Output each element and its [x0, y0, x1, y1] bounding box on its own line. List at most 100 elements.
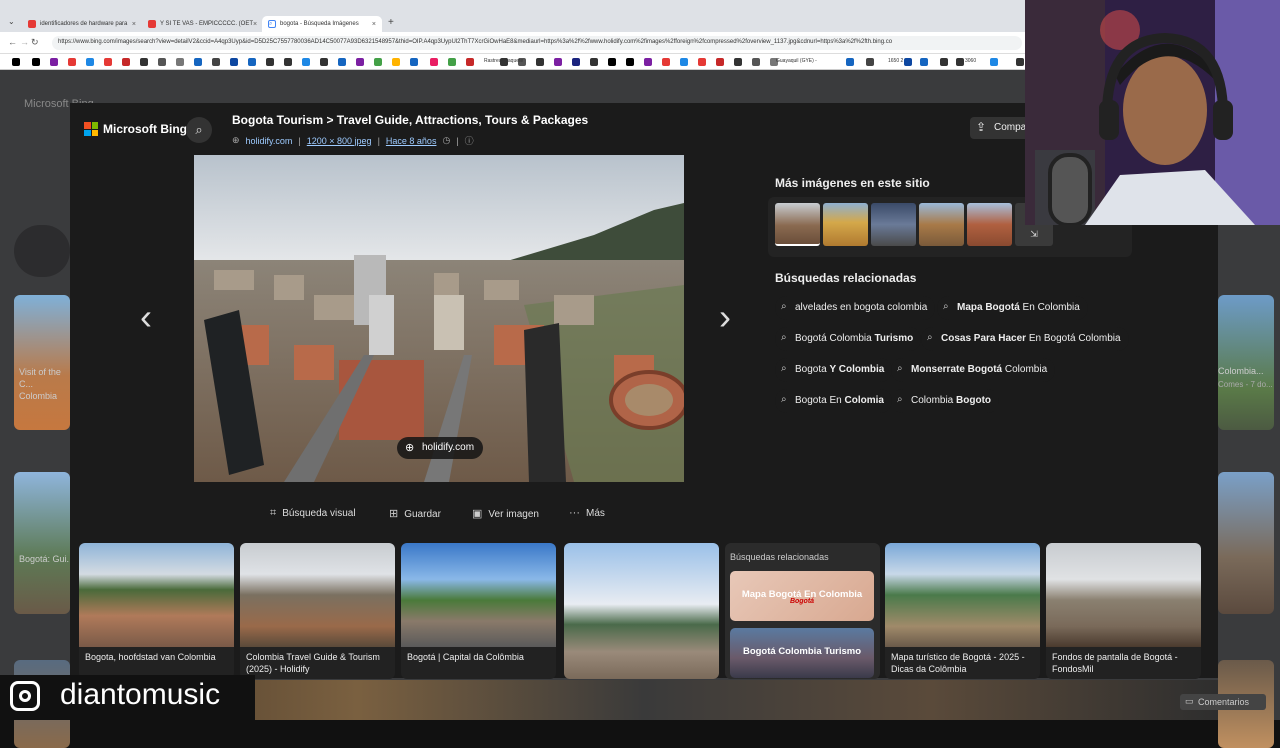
bookmark-icon[interactable] — [32, 58, 40, 66]
related-search-pill[interactable]: ⌕ Colombia Bogoto — [891, 389, 1000, 413]
bookmark-icon[interactable] — [68, 58, 76, 66]
bookmark-icon[interactable] — [410, 58, 418, 66]
bookmark-icon[interactable] — [920, 58, 928, 66]
bookmark-icon[interactable] — [866, 58, 874, 66]
share-button[interactable]: ⇪ Compa — [970, 117, 1030, 139]
bookmark-icon[interactable] — [716, 58, 724, 66]
visual-search-button[interactable]: ⌗ Búsqueda visual — [270, 507, 356, 520]
bookmark-label[interactable]: 3060 — [965, 58, 976, 64]
bookmark-icon[interactable] — [140, 58, 148, 66]
bookmark-icon[interactable] — [230, 58, 238, 66]
bookmark-icon[interactable] — [734, 58, 742, 66]
bookmark-label[interactable]: Rastrear Paquete — [484, 58, 523, 64]
bookmark-icon[interactable] — [608, 58, 616, 66]
view-image-button[interactable]: ▣ Ver imagen — [472, 507, 539, 520]
info-icon[interactable]: ⓘ — [465, 134, 474, 147]
related-search-pill[interactable]: ⌕ Bogota En Colomia — [775, 389, 892, 413]
result-card[interactable] — [564, 543, 719, 679]
bookmark-icon[interactable] — [430, 58, 438, 66]
bookmark-icon[interactable] — [940, 58, 948, 66]
related-search-pill[interactable]: ⌕ alvelades en bogota colombia — [775, 296, 936, 320]
bookmark-icon[interactable] — [284, 58, 292, 66]
main-image[interactable] — [194, 155, 684, 482]
bookmark-icon[interactable] — [104, 58, 112, 66]
source-badge[interactable]: ⊕ holidify.com — [397, 437, 483, 459]
site-thumbnail[interactable] — [967, 203, 1012, 246]
bookmark-label[interactable]: 1650 2 — [888, 58, 903, 64]
previous-image-button[interactable]: ‹ — [140, 296, 152, 338]
reload-icon[interactable]: ↻ — [31, 37, 39, 48]
result-card[interactable]: Fondos de pantalla de Bogotá - FondosMil — [1046, 543, 1201, 679]
bookmark-icon[interactable] — [50, 58, 58, 66]
site-thumbnail[interactable] — [823, 203, 868, 246]
bookmark-icon[interactable] — [302, 58, 310, 66]
bookmark-icon[interactable] — [466, 58, 474, 66]
more-button[interactable]: ··· Más — [569, 507, 605, 519]
image-title[interactable]: Bogota Tourism > Travel Guide, Attractio… — [232, 113, 588, 127]
result-card[interactable]: Bogota, hoofdstad van Colombia — [79, 543, 234, 679]
back-icon[interactable]: ← — [8, 37, 17, 47]
age-link[interactable]: Hace 8 años — [386, 136, 437, 146]
related-map-card[interactable]: Mapa Bogotá En Colombia Bogotá — [730, 571, 874, 621]
bookmark-icon[interactable] — [554, 58, 562, 66]
bookmark-icon[interactable] — [990, 58, 998, 66]
bookmark-icon[interactable] — [448, 58, 456, 66]
forward-icon[interactable]: → — [20, 37, 29, 47]
related-tourism-card[interactable]: Bogotá Colombia Turismo — [730, 628, 874, 678]
brand-name[interactable]: Microsoft Bing — [103, 122, 187, 136]
site-thumbnail[interactable] — [919, 203, 964, 246]
tab-music[interactable]: Y SI TE VAS - EMPICCCCC. (OET × — [142, 16, 262, 32]
bookmark-icon[interactable] — [680, 58, 688, 66]
close-icon[interactable]: × — [132, 21, 136, 28]
bookmark-icon[interactable] — [536, 58, 544, 66]
source-link[interactable]: holidify.com — [246, 136, 293, 146]
comments-button[interactable]: ▭ Comentarios — [1180, 694, 1266, 710]
site-thumbnail[interactable] — [775, 203, 820, 246]
save-button[interactable]: ⊞ Guardar — [389, 507, 441, 520]
bookmark-icon[interactable] — [176, 58, 184, 66]
bookmark-icon[interactable] — [846, 58, 854, 66]
background-thumb[interactable] — [14, 472, 70, 614]
url-input[interactable]: https://www.bing.com/images/search?view=… — [52, 36, 1022, 50]
bookmark-icon[interactable] — [338, 58, 346, 66]
bookmark-icon[interactable] — [122, 58, 130, 66]
bookmark-icon[interactable] — [212, 58, 220, 66]
bookmark-icon[interactable] — [698, 58, 706, 66]
close-icon[interactable]: × — [253, 21, 257, 28]
related-search-pill[interactable]: ⌕ Cosas Para Hacer En Bogotá Colombia — [921, 327, 1129, 351]
new-tab-button[interactable]: + — [388, 17, 394, 28]
bookmark-icon[interactable] — [662, 58, 670, 66]
bookmark-icon[interactable] — [194, 58, 202, 66]
background-thumb[interactable] — [1218, 295, 1274, 430]
result-card[interactable]: Mapa turístico de Bogotá - 2025 - Dicas … — [885, 543, 1040, 679]
bookmark-icon[interactable] — [266, 58, 274, 66]
result-card[interactable]: Bogotá | Capital da Colômbia — [401, 543, 556, 679]
background-thumb[interactable] — [14, 295, 70, 430]
bookmark-icon[interactable] — [572, 58, 580, 66]
tab-hardware[interactable]: identificadores de hardware para × — [22, 16, 142, 32]
bookmark-icon[interactable] — [86, 58, 94, 66]
close-icon[interactable]: × — [372, 21, 376, 28]
bookmark-icon[interactable] — [248, 58, 256, 66]
search-button[interactable]: ⌕ — [186, 117, 212, 143]
related-search-pill[interactable]: ⌕ Bogotá Colombia Turismo — [775, 327, 922, 351]
bookmark-icon[interactable] — [644, 58, 652, 66]
bookmark-icon[interactable] — [626, 58, 634, 66]
related-search-pill[interactable]: ⌕ Monserrate Bogotá Colombia — [891, 358, 1056, 382]
bookmark-icon[interactable] — [392, 58, 400, 66]
tab-menu-icon[interactable]: ⌄ — [8, 17, 15, 26]
bookmark-icon[interactable] — [590, 58, 598, 66]
bookmark-icon[interactable] — [904, 58, 912, 66]
bookmark-icon[interactable] — [158, 58, 166, 66]
bookmark-icon[interactable] — [12, 58, 20, 66]
next-image-button[interactable]: › — [719, 296, 731, 338]
background-thumb[interactable] — [1218, 472, 1274, 614]
site-thumbnail[interactable] — [871, 203, 916, 246]
bookmark-icon[interactable] — [320, 58, 328, 66]
related-search-pill[interactable]: ⌕ Mapa Bogotá En Colombia — [937, 296, 1088, 320]
bookmark-icon[interactable] — [356, 58, 364, 66]
bookmark-icon[interactable] — [956, 58, 964, 66]
bookmark-icon[interactable] — [374, 58, 382, 66]
dimensions-link[interactable]: 1200 × 800 jpeg — [307, 136, 372, 146]
bookmark-icon[interactable] — [752, 58, 760, 66]
